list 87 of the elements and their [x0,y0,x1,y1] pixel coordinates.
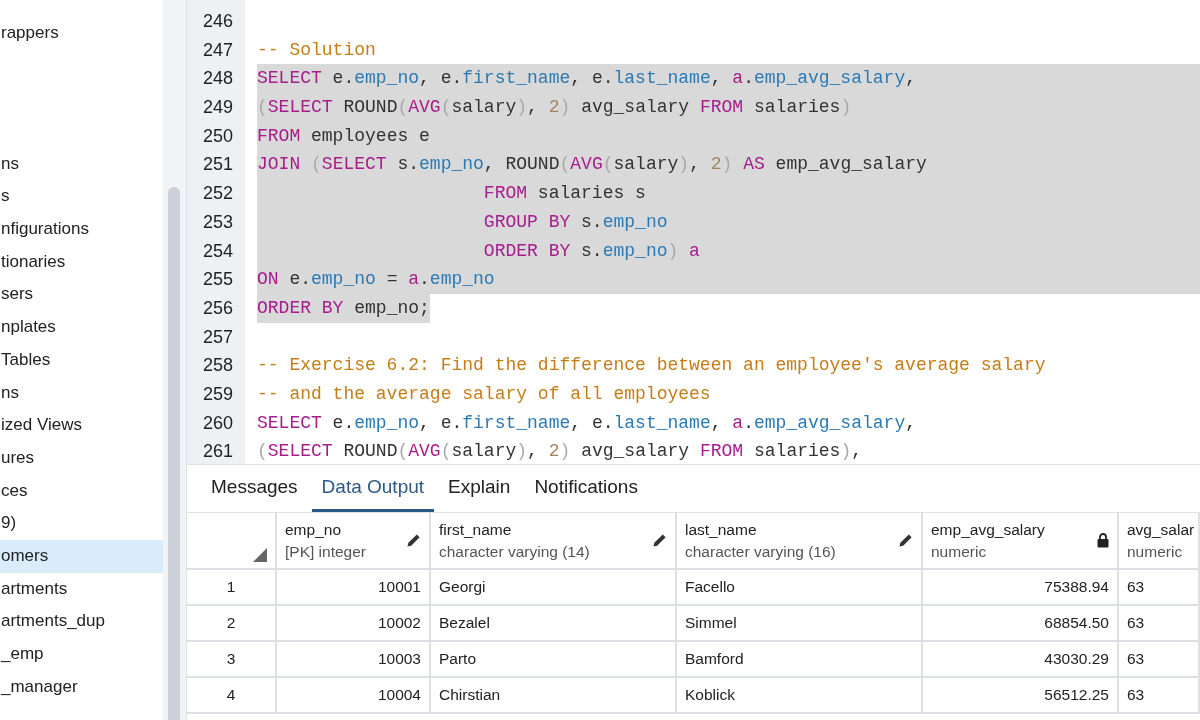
column-type: numeric [931,541,988,562]
table-cell: 75388.94 [923,570,1119,606]
tree-item[interactable]: 9) [0,507,163,540]
column-type: character varying (16) [685,541,836,562]
line-number: 255 [201,268,234,292]
column-type: [PK] integer [285,541,366,562]
table-cell: 10001 [277,570,431,606]
code-line: -- and the average salary of all employees [257,382,712,406]
line-number: 249 [201,96,234,120]
tree-item[interactable]: ns [0,376,163,410]
table-cell: 63 [1119,606,1200,642]
table-cell: Bamford [677,642,923,678]
tree-item[interactable]: artments [0,572,163,606]
row-number[interactable]: 1 [187,570,277,606]
line-number: 258 [201,354,234,378]
result-tab[interactable]: Data Output [311,465,435,512]
table-cell: 56512.25 [923,678,1119,714]
table-cell: 10004 [277,678,431,714]
table-cell: Simmel [677,606,923,642]
code-line: (SELECT ROUND(AVG(salary), 2) avg_salary FROM salaries), [257,440,863,464]
tree-item[interactable]: Tables [0,343,163,377]
tree-item[interactable]: tionaries [0,245,163,279]
line-number: 253 [201,210,234,234]
line-number: 247 [201,38,234,62]
tree-item[interactable]: s [0,180,163,214]
tree-item[interactable]: sers [0,278,163,312]
line-number: 261 [201,440,234,464]
tree-item[interactable]: nfigurations [0,213,163,246]
tree-item[interactable]: rappers [0,17,163,50]
column-name: emp_no [285,519,342,540]
tree-item[interactable]: ns [0,147,163,181]
pencil-icon[interactable] [898,533,913,548]
tree-item[interactable]: omers [0,539,163,573]
line-number: 248 [201,67,234,91]
column-header[interactable]: avg_salar numeric [1119,512,1200,570]
tree-item[interactable]: _emp [0,638,163,671]
table-cell: Koblick [677,678,923,714]
line-number: 257 [201,325,234,349]
table-cell: 10002 [277,606,431,642]
table-cell: Facello [677,570,923,606]
row-number[interactable]: 3 [187,642,277,678]
column-header[interactable]: first_name character varying (14) [431,512,677,570]
row-number[interactable]: 4 [187,678,277,714]
tree-item[interactable]: _manager [0,670,163,704]
line-number: 251 [201,153,234,177]
table-cell: 43030.29 [923,642,1119,678]
table-cell: 63 [1119,678,1200,714]
table-cell: Georgi [431,570,677,606]
line-number: 256 [201,296,234,320]
line-number: 260 [201,411,234,435]
code-line: -- Exercise 6.2: Find the difference between an employee's average salary [257,354,1047,378]
line-number: 246 [201,10,234,33]
table-cell: 63 [1119,642,1200,678]
table-cell: Bezalel [431,606,677,642]
tree-item[interactable]: ces [0,474,163,508]
pencil-icon[interactable] [406,533,421,548]
tree-item[interactable]: ized Views [0,409,163,442]
result-tab[interactable]: Notifications [524,465,648,512]
tree-item[interactable]: nplates [0,311,163,344]
column-name: emp_avg_salary [931,519,1045,540]
result-tab[interactable]: Messages [201,465,308,512]
table-cell: Parto [431,642,677,678]
table-cell: 10003 [277,642,431,678]
pencil-icon[interactable] [652,533,667,548]
line-number: 259 [201,382,234,406]
scrollbar-thumb[interactable] [168,187,180,720]
line-number: 254 [201,239,234,263]
column-type: numeric [1127,541,1184,562]
table-cell: Chirstian [431,678,677,714]
line-number: 252 [201,182,234,206]
line-number: 250 [201,124,234,148]
code-line: SELECT e.emp_no, e.first_name, e.last_name, a.emp_avg_salary, [257,411,917,435]
tree-item[interactable]: ures [0,441,163,475]
resize-corner-icon [253,548,267,562]
column-name: avg_salar [1127,519,1195,540]
row-number[interactable]: 2 [187,606,277,642]
column-header[interactable]: emp_no [PK] integer [277,512,431,570]
column-name: last_name [685,519,758,540]
table-cell: 68854.50 [923,606,1119,642]
code-line: -- Solution [257,38,377,62]
column-header[interactable]: emp_avg_salary numeric [923,512,1119,570]
table-cell: 63 [1119,570,1200,606]
column-type: character varying (14) [439,541,590,562]
column-name: first_name [439,519,513,540]
column-header[interactable]: last_name character varying (16) [677,512,923,570]
tree-item[interactable]: artments_dup [0,605,163,638]
result-tab[interactable]: Explain [438,465,521,512]
